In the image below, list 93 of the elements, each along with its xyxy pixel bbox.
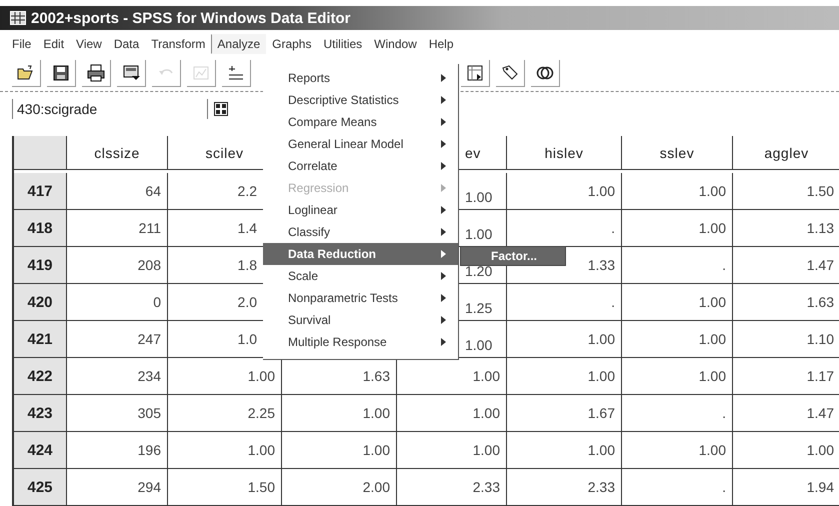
table-cell: 1.00 [507,173,622,210]
row-number: 421 [14,321,67,358]
table-cell: 1.00 [507,358,622,395]
row-number: 418 [14,210,67,247]
table-cell: 1.00 [397,395,507,432]
tag-icon[interactable] [496,60,525,86]
right-triangle-icon [441,140,446,148]
table-cell: 1.00 [622,210,733,247]
menu-item[interactable]: Help [422,34,460,54]
table-cell: . [622,469,733,506]
window-title: 2002+sports - SPSS for Windows Data Editor [31,10,351,26]
cell-reference-field[interactable]: 430:scigrade [12,99,208,119]
column-header: clssize [67,136,168,170]
column-header: sslev [622,136,733,170]
menu-entry[interactable]: Descriptive Statistics [263,89,458,111]
menu-item[interactable]: Transform [145,34,212,54]
right-triangle-icon [441,294,446,302]
row-number: 419 [14,247,67,284]
right-triangle-icon [441,316,446,324]
menu-item[interactable]: Window [368,34,423,54]
menu-item[interactable]: Utilities [317,34,368,54]
row-number: 425 [14,469,67,506]
table-cell: 211 [67,210,168,247]
right-triangle-icon [441,162,446,170]
right-triangle-icon [441,118,446,126]
dialog-icon[interactable] [117,60,146,86]
table-cell: 196 [67,432,168,469]
menu-item[interactable]: File [6,34,38,54]
table-cell: 1.00 [168,432,282,469]
right-triangle-icon [441,272,446,280]
right-triangle-icon [441,338,446,346]
table-cell: 247 [67,321,168,358]
menu-item[interactable]: Data [108,34,146,54]
table-cell: 1.10 [733,321,839,358]
table-cell: 1.00 [622,432,733,469]
table-cell: 1.47 [733,247,839,284]
table-cell: 1.00 [282,395,397,432]
table-cell: . [507,284,622,321]
printer-icon[interactable] [82,60,111,86]
table-cell: . [622,247,733,284]
row-number: 423 [14,395,67,432]
row-number: 417 [14,173,67,210]
table-cell: 208 [67,247,168,284]
menu-item[interactable]: Edit [37,34,70,54]
menu-item[interactable]: View [70,34,108,54]
table-cell: 1.63 [733,284,839,321]
table-cell: 1.00 [622,284,733,321]
table-cell: 1.50 [168,469,282,506]
table-cell: 2.33 [397,469,507,506]
right-triangle-icon [441,228,446,236]
folder-icon[interactable] [12,60,41,86]
table-cell: 1.00 [733,432,839,469]
grid-icon[interactable] [461,60,490,86]
table-cell: 1.00 [622,358,733,395]
table-cell: 2.00 [282,469,397,506]
right-triangle-icon [441,250,446,258]
table-cell: 234 [67,358,168,395]
right-triangle-icon [441,184,446,192]
table-cell: 2.25 [168,395,282,432]
menu-item[interactable]: Analyze [211,34,266,54]
table-cell: 1.47 [733,395,839,432]
right-triangle-icon [441,74,446,82]
menu-item[interactable]: Graphs [266,34,318,54]
right-triangle-icon [441,206,446,214]
table-cell: 1.00 [282,432,397,469]
table-cell: 1.00 [622,173,733,210]
table-cell: 1.67 [507,395,622,432]
grid-icon [10,11,26,25]
table-cell: 64 [67,173,168,210]
row-number: 422 [14,358,67,395]
table-cell: 1.50 [733,173,839,210]
menu-entry[interactable]: Compare Means [263,111,458,133]
row-number: 424 [14,432,67,469]
table-cell: . [622,395,733,432]
table-cell: 0 [67,284,168,321]
menu-entry[interactable]: Reports [263,67,458,89]
value-labels-icon[interactable] [214,102,228,116]
menu-entry[interactable]: Data Reduction [263,243,458,265]
table-cell: 305 [67,395,168,432]
right-triangle-icon [441,96,446,104]
table-cell: 1.00 [507,432,622,469]
table-cell: 294 [67,469,168,506]
table-cell: 1.17 [733,358,839,395]
table-cell: 1.13 [733,210,839,247]
circles-icon[interactable] [531,60,560,86]
column-header: hislev [507,136,622,170]
lines-icon[interactable] [222,60,251,86]
table-cell: 1.00 [397,432,507,469]
table-cell: 1.00 [507,321,622,358]
table-cell: 1.00 [622,321,733,358]
table-cell: 2.33 [507,469,622,506]
row-number: 420 [14,284,67,321]
table-cell: 1.94 [733,469,839,506]
